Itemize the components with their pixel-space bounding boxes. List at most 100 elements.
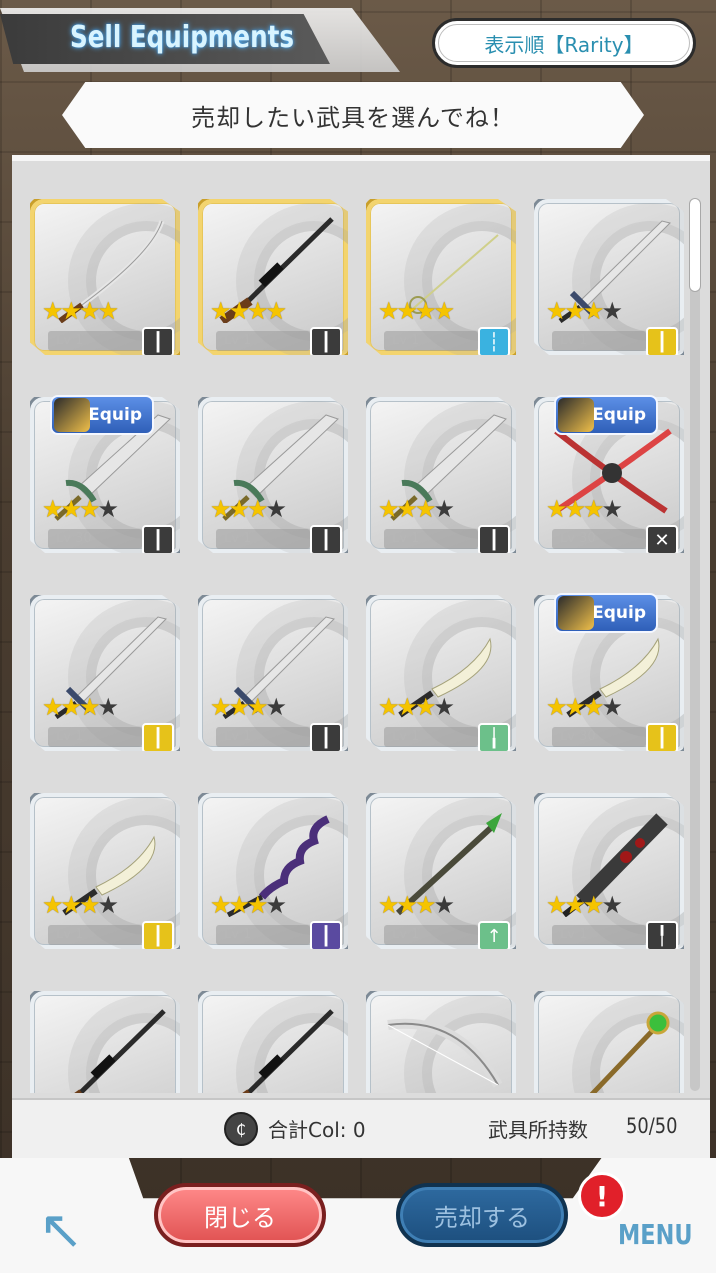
sword-icon: ┃ bbox=[310, 723, 342, 751]
sort-order-button[interactable]: 表示順【Rarity】 bbox=[432, 18, 696, 68]
equipment-card[interactable]: ★★★★ Lv 1 ┃ bbox=[534, 199, 684, 355]
star-filled-icon: ★ bbox=[42, 1089, 63, 1093]
level-label: Lv 1 bbox=[552, 925, 646, 945]
panel-footer: ₵ 合計Col: 0 武具所持数 50/50 bbox=[12, 1098, 710, 1158]
star-filled-icon: ★ bbox=[228, 693, 250, 721]
star-filled-icon: ★ bbox=[415, 495, 436, 523]
star-filled-icon: ★ bbox=[415, 1089, 436, 1093]
page-title: Sell Equipments bbox=[70, 20, 295, 55]
star-filled-icon: ★ bbox=[396, 693, 418, 721]
sell-button[interactable]: 売却する bbox=[396, 1183, 568, 1247]
scrollbar[interactable] bbox=[690, 199, 700, 1091]
rarity-stars: ★★★★ bbox=[210, 693, 287, 721]
star-filled-icon: ★ bbox=[415, 891, 436, 919]
equipment-card-wrapper: ★★★★ Lv 30 ┃ Equip bbox=[30, 395, 180, 553]
sword-icon: ┃ bbox=[310, 525, 342, 553]
equip-badge: Equip bbox=[554, 593, 658, 633]
rarity-stars: ★★★★ bbox=[378, 297, 455, 325]
back-arrow-icon[interactable]: ↖ bbox=[24, 1200, 98, 1260]
star-filled-icon: ★ bbox=[546, 693, 567, 721]
sword-icon: ┃ bbox=[142, 525, 174, 553]
level-label: Lv 1 bbox=[384, 727, 478, 747]
col-total: 合計Col: 0 bbox=[268, 1118, 366, 1142]
rarity-stars: ★★★★ bbox=[210, 891, 287, 919]
equipment-card[interactable]: ★★★★ Lv 1 ┃ bbox=[30, 793, 180, 949]
star-filled-icon: ★ bbox=[396, 297, 418, 325]
star-empty-icon: ★ bbox=[601, 693, 623, 721]
star-filled-icon: ★ bbox=[546, 891, 567, 919]
star-filled-icon: ★ bbox=[583, 1089, 604, 1093]
equip-badge: Equip bbox=[554, 395, 658, 435]
equipment-card[interactable]: ★★★★ Lv 1 ) bbox=[366, 991, 516, 1093]
equipment-card[interactable]: ★★★★ Lv 1 ┃ bbox=[30, 595, 180, 751]
star-filled-icon: ★ bbox=[210, 693, 231, 721]
star-empty-icon: ★ bbox=[97, 693, 119, 721]
rarity-stars: ★★★★ bbox=[546, 297, 623, 325]
equipment-grid-viewport[interactable]: ★★★★ Lv 1 ┃ ★★★★ Lv 1 ┃ ★★★★ Lv 1 ┆ ★★★★… bbox=[22, 181, 692, 1093]
level-label: Lv 1 bbox=[216, 727, 310, 747]
equipment-card[interactable]: ★★★★ Lv 1 ┃ bbox=[198, 991, 348, 1093]
alert-badge: ! bbox=[578, 1172, 626, 1220]
star-filled-icon: ★ bbox=[247, 693, 268, 721]
equipment-card[interactable]: ★★★★ Lv 1 ╽ bbox=[366, 595, 516, 751]
star-empty-icon: ★ bbox=[434, 1089, 455, 1093]
spear-icon: ↑ bbox=[478, 921, 510, 949]
scrollbar-thumb[interactable] bbox=[690, 199, 700, 291]
character-avatar-icon bbox=[54, 398, 90, 432]
equipment-card[interactable]: ★★★★ Lv 1 ┃ bbox=[366, 397, 516, 553]
rarity-stars: ★★★★ bbox=[378, 693, 455, 721]
sword-icon: ┃ bbox=[142, 723, 174, 751]
star-filled-icon: ★ bbox=[79, 891, 100, 919]
star-filled-icon: ★ bbox=[42, 693, 63, 721]
star-empty-icon: ★ bbox=[265, 495, 287, 523]
rarity-stars: ★★★★ bbox=[42, 297, 119, 325]
star-empty-icon: ★ bbox=[433, 495, 455, 523]
rarity-stars: ★★★★ bbox=[42, 495, 119, 523]
star-filled-icon: ★ bbox=[546, 495, 567, 523]
owned-equipment-count: 50/50 bbox=[626, 1114, 678, 1138]
star-filled-icon: ★ bbox=[60, 891, 82, 919]
equipment-card[interactable]: ★★★★ Lv 1 ┃ bbox=[198, 793, 348, 949]
sword-icon: ┃ bbox=[142, 921, 174, 949]
star-filled-icon: ★ bbox=[396, 891, 418, 919]
rarity-stars: ★★★★ bbox=[42, 693, 119, 721]
star-filled-icon: ★ bbox=[228, 495, 250, 523]
equipment-card[interactable]: ★★★★ Lv 1 ┆ bbox=[366, 199, 516, 355]
character-avatar-icon bbox=[558, 596, 594, 630]
star-filled-icon: ★ bbox=[378, 495, 399, 523]
mace-icon: ╿ bbox=[646, 921, 678, 949]
star-empty-icon: ★ bbox=[601, 297, 623, 325]
equipment-card[interactable]: ★★★★ Lv 1 ┃ bbox=[198, 397, 348, 553]
equipment-card[interactable]: ★★★★ Lv 1 ┃ bbox=[198, 595, 348, 751]
equip-label: Equip bbox=[592, 405, 646, 425]
equipment-card[interactable]: ★★★★ Lv 1 ┃ bbox=[30, 991, 180, 1093]
close-button[interactable]: 閉じる bbox=[154, 1183, 326, 1247]
star-filled-icon: ★ bbox=[79, 693, 100, 721]
star-filled-icon: ★ bbox=[42, 891, 63, 919]
rarity-stars: ★★★★ bbox=[546, 693, 623, 721]
rarity-stars: ★★★★ bbox=[546, 891, 623, 919]
equipment-card[interactable]: ★★★★ Lv 1 ┃ bbox=[534, 991, 684, 1093]
equipment-panel: ★★★★ Lv 1 ┃ ★★★★ Lv 1 ┃ ★★★★ Lv 1 ┆ ★★★★… bbox=[12, 155, 710, 1158]
star-filled-icon: ★ bbox=[564, 693, 586, 721]
rarity-stars: ★★★★ bbox=[546, 495, 623, 523]
star-empty-icon: ★ bbox=[97, 495, 119, 523]
menu-button[interactable]: MENU bbox=[618, 1218, 693, 1258]
equipment-card[interactable]: ★★★★ Lv 1 ┃ bbox=[198, 199, 348, 355]
star-filled-icon: ★ bbox=[79, 495, 100, 523]
equipment-card[interactable]: ★★★★ Lv 1 ↑ bbox=[366, 793, 516, 949]
star-filled-icon: ★ bbox=[60, 297, 82, 325]
star-filled-icon: ★ bbox=[546, 1089, 567, 1093]
scimitar-icon: ╽ bbox=[478, 723, 510, 751]
character-avatar-icon bbox=[558, 398, 594, 432]
star-empty-icon: ★ bbox=[433, 891, 455, 919]
star-empty-icon: ★ bbox=[97, 891, 119, 919]
equipment-card[interactable]: ★★★★ Lv 1 ┃ bbox=[30, 199, 180, 355]
star-filled-icon: ★ bbox=[228, 891, 250, 919]
star-empty-icon: ★ bbox=[433, 693, 455, 721]
equipment-card[interactable]: ★★★★ Lv 1 ╿ bbox=[534, 793, 684, 949]
star-filled-icon: ★ bbox=[378, 297, 399, 325]
sword-icon: ┃ bbox=[310, 921, 342, 949]
sword-icon: ┃ bbox=[646, 327, 678, 355]
crossed-swords-icon: ✕ bbox=[646, 525, 678, 553]
